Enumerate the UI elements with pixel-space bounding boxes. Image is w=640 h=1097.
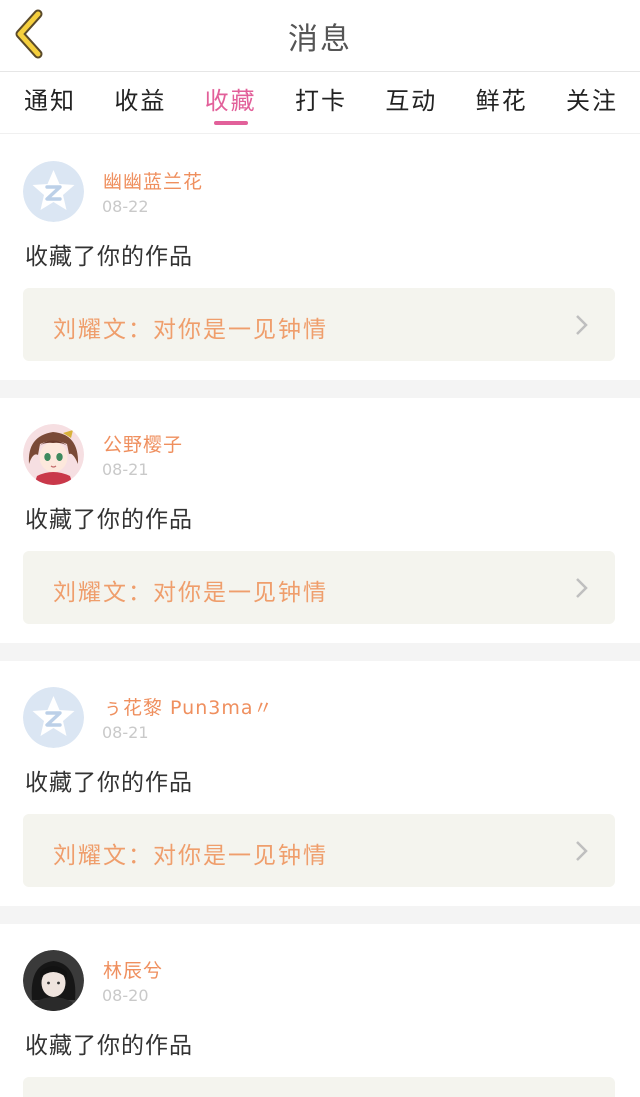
avatar[interactable] [23,950,84,1011]
tab-label: 关注 [565,87,618,115]
tab-label: 鲜花 [475,87,528,115]
tab-checkin[interactable]: 打卡 [277,72,365,134]
work-link[interactable]: 刘耀文：对你是一见钟情 [23,288,615,361]
section-divider [0,643,640,661]
work-title: 刘耀文：对你是一见钟情 [53,580,328,606]
chevron-right-icon [576,315,588,335]
work-title: 刘耀文：对你是一见钟情 [53,317,328,343]
tab-label: 收益 [114,87,167,115]
anime-girl-avatar [23,424,84,485]
chevron-right-icon [576,841,588,861]
message-date: 08-20 [102,986,149,1005]
message-card: 公野樱子 08-21 收藏了你的作品 刘耀文：对你是一见钟情 [0,398,640,643]
tab-favorites[interactable]: 收藏 [187,72,275,134]
tab-interaction[interactable]: 互动 [367,72,455,134]
username[interactable]: 幽幽蓝兰花 [103,167,203,194]
avatar[interactable] [23,424,84,485]
message-date: 08-21 [102,460,149,479]
tab-flowers[interactable]: 鲜花 [458,72,546,134]
message-action-text: 收藏了你的作品 [25,507,193,533]
message-action-text: 收藏了你的作品 [25,244,193,270]
message-date: 08-22 [102,197,149,216]
username[interactable]: 公野樱子 [103,430,183,457]
message-card: 林辰兮 08-20 收藏了你的作品 [0,924,640,1097]
tab-indicator [213,121,248,125]
default-avatar-icon [23,161,84,222]
tab-label: 互动 [385,87,438,115]
default-avatar-icon [23,687,84,748]
tab-label: 打卡 [294,87,347,115]
tab-bar: 通知 收益 收藏 打卡 互动 鲜花 关注 [0,72,640,134]
message-card: ぅ花黎 Pun3ma〃 08-21 收藏了你的作品 刘耀文：对你是一见钟情 [0,661,640,906]
username[interactable]: 林辰兮 [103,956,163,983]
section-divider [0,380,640,398]
tab-earnings[interactable]: 收益 [96,72,184,134]
page-title: 消息 [288,22,352,57]
avatar[interactable] [23,161,84,222]
work-link[interactable] [23,1077,615,1097]
work-title: 刘耀文：对你是一见钟情 [53,843,328,869]
tab-label: 收藏 [204,87,257,115]
message-date: 08-21 [102,723,149,742]
username[interactable]: ぅ花黎 Pun3ma〃 [103,693,274,720]
photo-avatar [23,950,84,1011]
message-action-text: 收藏了你的作品 [25,770,193,796]
header-bar: 消息 [0,0,640,72]
section-divider [0,906,640,924]
avatar[interactable] [23,687,84,748]
tab-follow[interactable]: 关注 [548,72,636,134]
work-link[interactable]: 刘耀文：对你是一见钟情 [23,814,615,887]
tab-label: 通知 [24,87,76,115]
message-card: 幽幽蓝兰花 08-22 收藏了你的作品 刘耀文：对你是一见钟情 [0,135,640,380]
message-action-text: 收藏了你的作品 [25,1033,193,1059]
chevron-right-icon [576,578,588,598]
work-link[interactable]: 刘耀文：对你是一见钟情 [23,551,615,624]
tab-notifications[interactable]: 通知 [6,72,94,134]
